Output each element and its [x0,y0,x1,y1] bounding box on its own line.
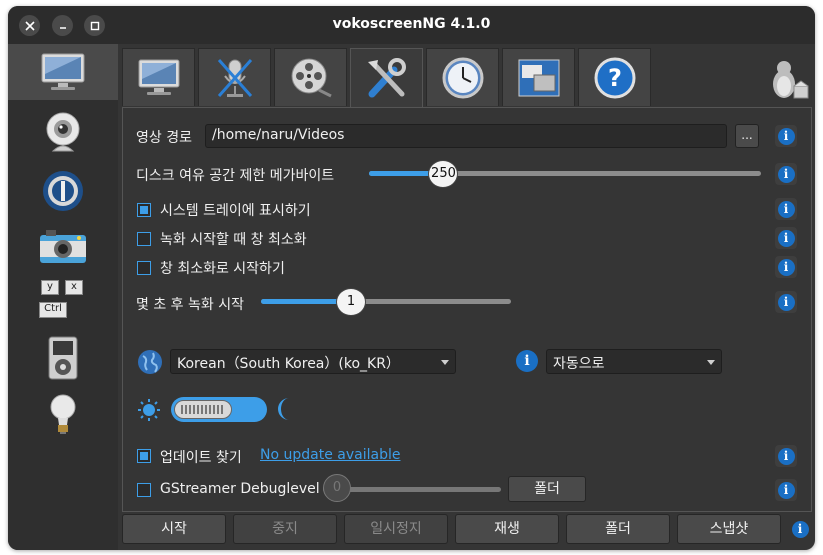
sidebar: y x Ctrl [8,44,118,550]
gst-folder-button[interactable]: 폴더 [508,476,586,502]
browse-button[interactable]: ... [735,124,759,148]
sidebar-item-tips[interactable] [8,388,118,440]
style-value: 자동으로 [553,356,605,372]
info-button-show-tray[interactable]: i [775,198,797,220]
title-bar: vokoscreenNG 4.1.0 [8,6,815,44]
update-status-link[interactable]: No update available [260,447,400,463]
film-reel-icon [291,58,332,97]
microphone-muted-icon [217,58,252,97]
moon-icon [278,398,289,420]
chevron-down-icon [441,360,449,365]
windows-icon [518,59,559,96]
countdown-label: 몇 초 후 녹화 시작 [136,297,244,313]
lightbulb-icon [50,394,76,434]
video-path-field[interactable]: /home/naru/Videos [205,124,727,148]
sun-icon [138,399,160,421]
start-minimized-checkbox[interactable] [137,261,151,275]
info-icon: i [791,520,809,538]
stop-button[interactable]: 중지 [233,514,337,544]
chevron-down-icon [707,360,715,365]
info-icon: i [777,447,795,465]
tab-windows[interactable] [502,48,575,106]
start-button[interactable]: 시작 [122,514,226,544]
info-button-update[interactable]: i [775,445,797,467]
sidebar-item-player[interactable] [8,166,118,216]
settings-panel: 영상 경로 /home/naru/Videos ... i 디스크 여유 공간 … [122,107,812,512]
info-button-start-minimized[interactable]: i [775,256,797,278]
tab-help[interactable]: ? [578,48,651,106]
info-button-gst-debug[interactable]: i [775,479,797,501]
key-ctrl: Ctrl [39,302,67,318]
media-player-icon [48,336,78,380]
style-select[interactable]: 자동으로 [546,349,722,374]
update-label: 업데이트 찾기 [160,450,242,466]
bottom-control-bar: 시작 중지 일시정지 재생 폴더 스냅샷 i [122,514,812,548]
info-button-language[interactable]: i [516,350,538,372]
show-tray-checkbox[interactable] [137,203,151,217]
tux-icon [766,56,810,102]
monitor-icon [41,53,85,90]
globe-icon [138,350,162,374]
monitor-icon [138,59,179,95]
keyboard-icon: y x Ctrl [33,278,93,326]
tab-audio[interactable] [198,48,271,106]
language-select[interactable]: Korean（South Korea）(ko_KR） [170,349,456,374]
webcam-icon [46,112,80,152]
sidebar-item-screen[interactable] [8,44,118,100]
start-minimized-label: 창 최소화로 시작하기 [160,261,285,277]
theme-toggle[interactable] [171,397,267,422]
sidebar-item-snapshot[interactable] [8,222,118,270]
tab-screen[interactable] [122,48,195,106]
info-icon: i [777,165,795,183]
sidebar-item-shortcuts[interactable]: y x Ctrl [8,276,118,328]
info-button-minimize-on-record[interactable]: i [775,227,797,249]
disk-space-slider-handle[interactable]: 250 [428,160,459,188]
app-window: vokoscreenNG 4.1.0 y x Ctrl ? 영상 경로 /hom… [8,6,815,550]
gst-debug-label: GStreamer Debuglevel [160,481,320,497]
info-icon: i [777,481,795,499]
tab-timer[interactable] [426,48,499,106]
minimize-on-record-checkbox[interactable] [137,232,151,246]
info-button-disk-space[interactable]: i [775,163,797,185]
theme-toggle-handle [174,400,232,419]
tools-icon [367,57,406,97]
tab-bar: ? [122,48,812,108]
info-icon: i [516,350,538,372]
info-icon: i [777,258,795,276]
tab-video[interactable] [274,48,347,106]
info-button-countdown[interactable]: i [775,291,797,313]
gst-debug-checkbox[interactable] [137,483,151,497]
language-value: Korean（South Korea）(ko_KR） [177,356,400,372]
video-path-label: 영상 경로 [136,130,192,146]
snapshot-button[interactable]: 스냅샷 [677,514,781,544]
minimize-on-record-label: 녹화 시작할 때 창 최소화 [160,232,307,248]
help-icon: ? [594,57,635,98]
clock-icon [442,57,483,98]
tab-settings[interactable] [350,48,423,108]
gst-debug-slider-handle[interactable]: 0 [323,474,351,502]
camera-icon [40,230,86,263]
info-icon: i [777,229,795,247]
play-button[interactable]: 재생 [455,514,559,544]
show-tray-label: 시스템 트레이에 표시하기 [160,203,311,219]
info-icon: i [777,127,795,145]
help-label: ? [608,64,622,92]
key-x: x [65,280,83,295]
countdown-slider-handle[interactable]: 1 [336,288,366,316]
player-icon [43,171,83,211]
folder-button[interactable]: 폴더 [566,514,670,544]
info-icon: i [777,293,795,311]
disk-space-label: 디스크 여유 공간 제한 메가바이트 [136,168,335,184]
info-icon: i [777,200,795,218]
pause-button[interactable]: 일시정지 [344,514,448,544]
sidebar-item-media[interactable] [8,332,118,384]
update-checkbox[interactable] [137,449,151,463]
sidebar-item-webcam[interactable] [8,108,118,158]
key-y: y [41,280,59,295]
window-title: vokoscreenNG 4.1.0 [332,16,491,32]
info-button-video-path[interactable]: i [775,125,797,147]
info-button-bottom[interactable]: i [789,518,811,540]
